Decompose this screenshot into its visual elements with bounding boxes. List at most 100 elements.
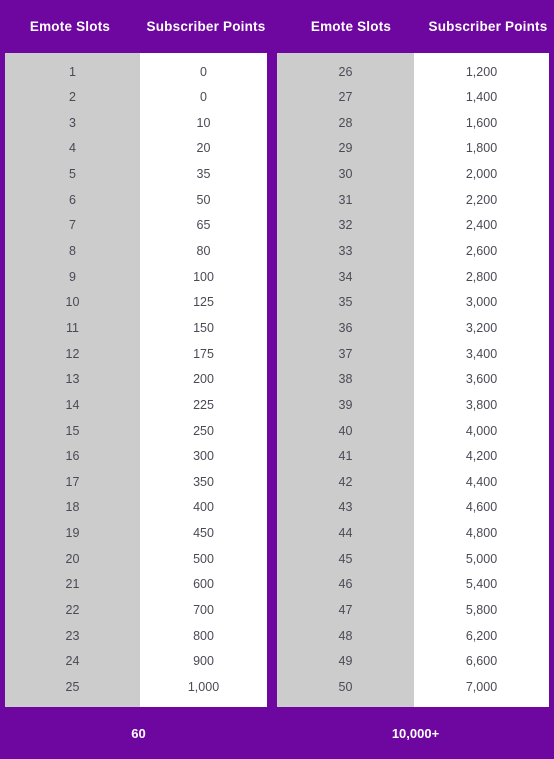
cell-emote-slot: 29: [338, 141, 353, 156]
cell-spacer: [140, 700, 267, 707]
table-footer-row: 60 10,000+: [0, 707, 554, 759]
cell-subscriber-points: 4,400: [465, 474, 498, 489]
cell-subscriber-points: 4,200: [465, 449, 498, 464]
cell-emote-slot: 38: [338, 372, 353, 387]
cell-subscriber-points: 250: [193, 423, 214, 438]
cell-emote-slot: 22: [65, 603, 80, 618]
cell-emote-slot: 18: [65, 500, 80, 515]
cell-subscriber-points: 3,000: [465, 295, 498, 310]
cell-emote-slot: 47: [338, 603, 353, 618]
cell-emote-slot: 7: [69, 218, 76, 233]
table-body: 1 2 3 4 5 6 7 8 9 10 11 12 13 14 15 16 17 18 19 20 21 22 23 24 2…: [0, 53, 554, 707]
cell-emote-slot: 1: [69, 64, 76, 79]
cell-emote-slot: 46: [338, 577, 353, 592]
cell-emote-slot: 23: [65, 628, 80, 643]
cell-emote-slot: 35: [338, 295, 353, 310]
cell-emote-slot: 3: [69, 115, 76, 130]
cell-subscriber-points: 1,000: [187, 679, 220, 694]
cell-emote-slot: 21: [65, 577, 80, 592]
cell-subscriber-points: 10: [196, 115, 211, 130]
cell-emote-slot: 13: [65, 372, 80, 387]
cell-subscriber-points: 0: [200, 64, 207, 79]
cell-emote-slot: 50: [338, 679, 353, 694]
cell-subscriber-points: 2,600: [465, 244, 498, 259]
cell-emote-slot: 2: [69, 90, 76, 105]
cell-subscriber-points: 65: [196, 218, 211, 233]
cell-subscriber-points: 5,800: [465, 603, 498, 618]
cell-emote-slot: 19: [65, 526, 80, 541]
cell-subscriber-points: 350: [193, 474, 214, 489]
cell-emote-slot: 17: [65, 474, 80, 489]
cell-subscriber-points: 3,200: [465, 320, 498, 335]
cell-emote-slot: 11: [66, 320, 79, 335]
cell-subscriber-points: 1,800: [465, 141, 498, 156]
cell-subscriber-points: 3,400: [465, 346, 498, 361]
footer-value-left: 60: [131, 725, 146, 741]
cell-subscriber-points: 800: [193, 628, 214, 643]
cell-emote-slot: 36: [338, 320, 353, 335]
cell-emote-slot: 14: [65, 397, 80, 412]
cell-subscriber-points: 200: [193, 372, 214, 387]
cell-subscriber-points: 4,000: [465, 423, 498, 438]
cell-emote-slot: 15: [65, 423, 80, 438]
table-header-row: Emote Slots Subscriber Points Emote Slot…: [0, 0, 554, 53]
cell-subscriber-points: 900: [193, 654, 214, 669]
cell-subscriber-points: 4,800: [465, 526, 498, 541]
cell-subscriber-points: 400: [193, 500, 214, 515]
cell-emote-slot: 49: [338, 654, 353, 669]
cell-spacer: [414, 700, 549, 707]
cell-subscriber-points: 1,200: [465, 64, 498, 79]
cell-subscriber-points: 2,000: [465, 167, 498, 182]
column-subscriber-points-left: 0 0 10 20 35 50 65 80 100 125 150 175 200 225 250 300 35…: [140, 53, 267, 707]
column-header-emote-slots-left: Emote Slots: [29, 19, 111, 34]
cell-subscriber-points: 1,400: [465, 90, 498, 105]
cell-subscriber-points: 7,000: [465, 679, 498, 694]
cell-emote-slot: 41: [338, 449, 353, 464]
cell-subscriber-points: 20: [196, 141, 211, 156]
cell-emote-slot: 48: [338, 628, 353, 643]
cell-subscriber-points: 125: [193, 295, 214, 310]
cell-emote-slot: 6: [69, 192, 76, 207]
cell-spacer: [5, 700, 140, 707]
cell-subscriber-points: 225: [193, 397, 214, 412]
cell-subscriber-points: 1,600: [465, 115, 498, 130]
emote-slots-table: Emote Slots Subscriber Points Emote Slot…: [0, 0, 554, 759]
cell-emote-slot: 10: [65, 295, 80, 310]
cell-emote-slot: 44: [338, 526, 353, 541]
cell-emote-slot: 28: [338, 115, 353, 130]
cell-emote-slot: 27: [338, 90, 353, 105]
cell-emote-slot: 31: [338, 192, 353, 207]
column-emote-slots-left: 1 2 3 4 5 6 7 8 9 10 11 12 13 14 15 16 17 18 19 20 21 22 23 24 2…: [5, 53, 140, 707]
cell-emote-slot: 24: [65, 654, 80, 669]
cell-subscriber-points: 3,800: [465, 397, 498, 412]
column-subscriber-points-right: 1,200 1,400 1,600 1,800 2,000 2,200 2,400 2,600…: [414, 53, 549, 707]
column-header-subscriber-points-left: Subscriber Points: [146, 19, 266, 34]
cell-emote-slot: 4: [69, 141, 76, 156]
cell-spacer: [277, 700, 414, 707]
cell-emote-slot: 5: [69, 167, 76, 182]
cell-subscriber-points: 450: [193, 526, 214, 541]
cell-subscriber-points: 500: [193, 551, 214, 566]
cell-emote-slot: 45: [338, 551, 353, 566]
cell-subscriber-points: 300: [193, 449, 214, 464]
cell-subscriber-points: 50: [196, 192, 211, 207]
cell-subscriber-points: 3,600: [465, 372, 498, 387]
cell-subscriber-points: 4,600: [465, 500, 498, 515]
cell-emote-slot: 30: [338, 167, 353, 182]
cell-emote-slot: 33: [338, 244, 353, 259]
cell-emote-slot: 26: [338, 64, 353, 79]
cell-emote-slot: 42: [338, 474, 353, 489]
cell-subscriber-points: 35: [196, 167, 211, 182]
table-half-right: 26 27 28 29 30 31 32 33 34 35 36 37 38 39 40 41 42 43 44 45…: [277, 53, 549, 707]
cell-emote-slot: 32: [338, 218, 353, 233]
cell-subscriber-points: 2,400: [465, 218, 498, 233]
cell-subscriber-points: 6,200: [465, 628, 498, 643]
column-header-subscriber-points-right: Subscriber Points: [428, 19, 548, 34]
cell-subscriber-points: 2,200: [465, 192, 498, 207]
table-half-divider: [267, 53, 277, 707]
header-half-right: Emote Slots Subscriber Points: [272, 0, 554, 53]
cell-emote-slot: 43: [338, 500, 353, 515]
footer-value-right: 10,000+: [391, 725, 440, 741]
cell-emote-slot: 12: [65, 346, 80, 361]
cell-emote-slot: 40: [338, 423, 353, 438]
